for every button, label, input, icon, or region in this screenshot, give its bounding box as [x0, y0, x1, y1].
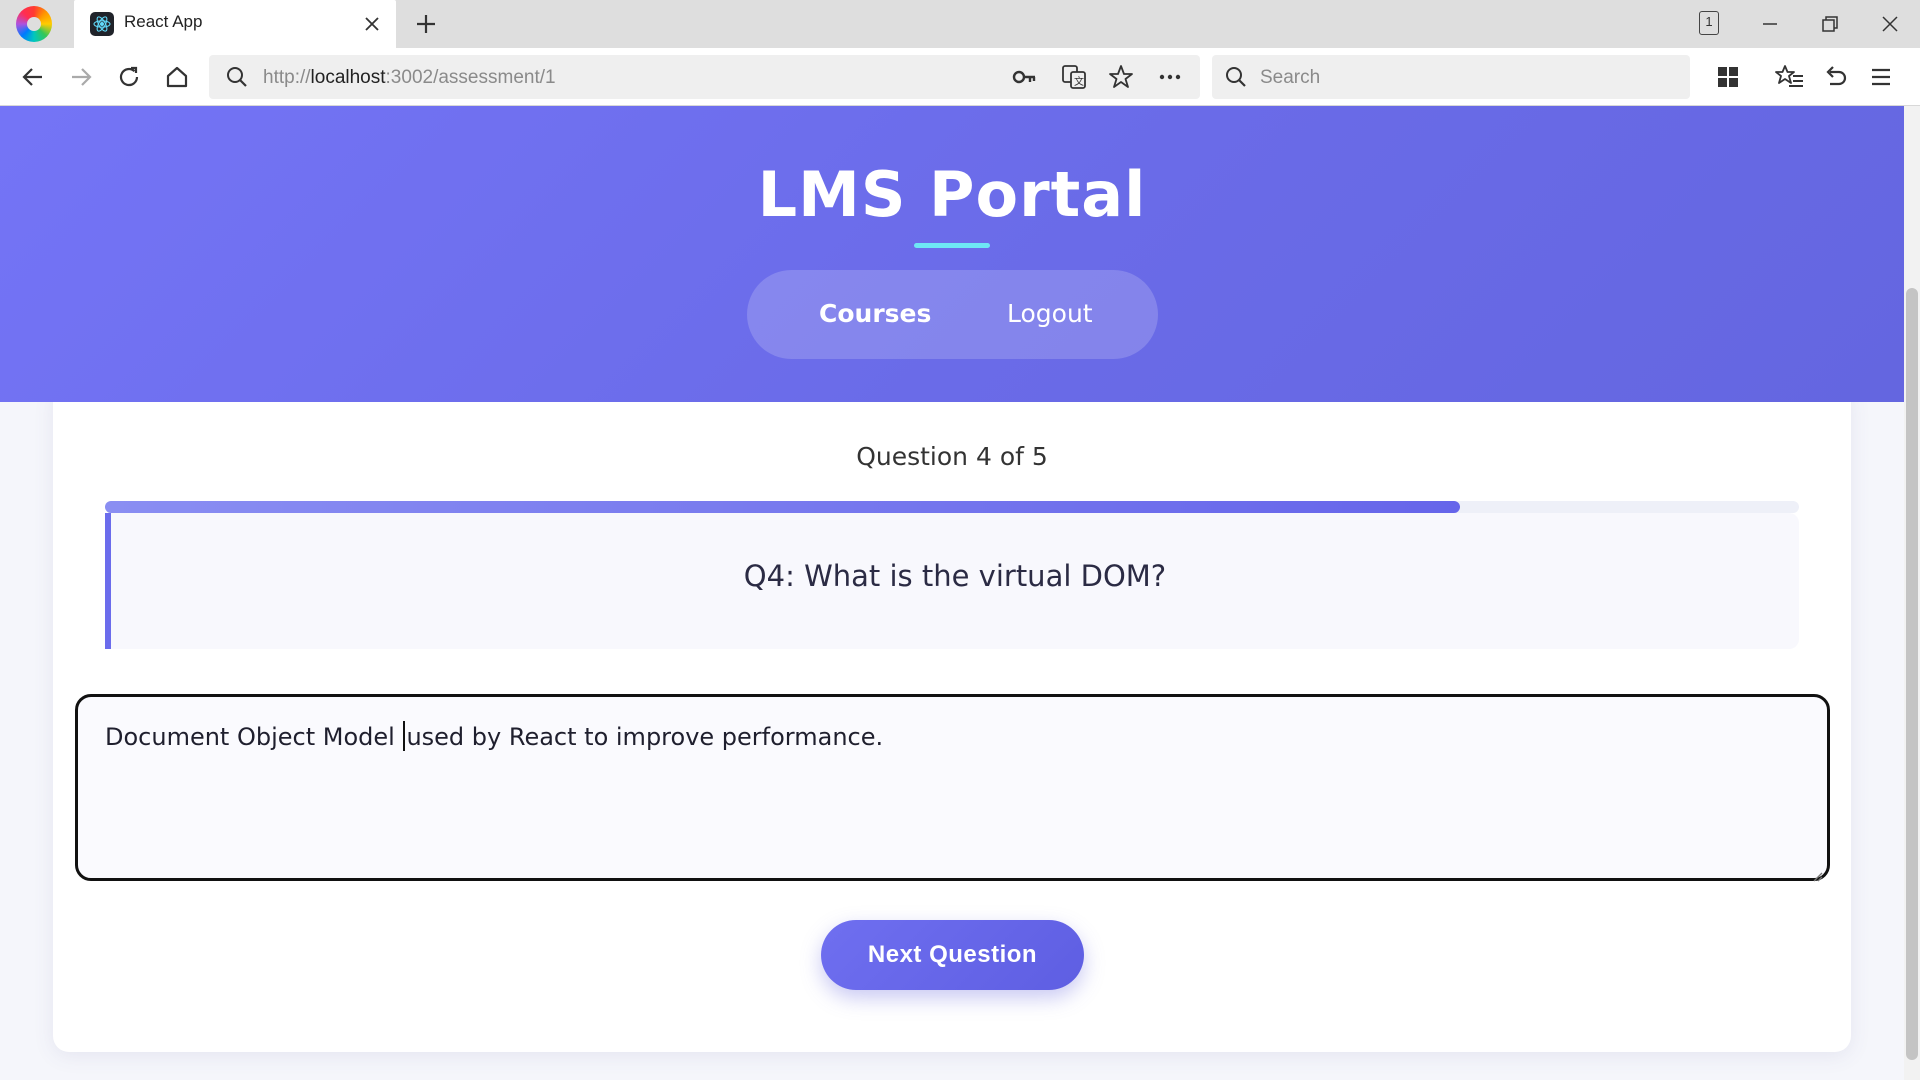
url-bar[interactable]: http://localhost:3002/assessment/1 文	[209, 55, 1200, 99]
site-header: LMS Portal Courses Logout	[0, 106, 1904, 402]
close-tab-icon[interactable]	[362, 14, 382, 34]
search-icon	[225, 65, 249, 93]
search-bar[interactable]: Search	[1212, 55, 1690, 99]
reload-icon[interactable]	[114, 62, 144, 92]
translate-icon[interactable]: 文	[1061, 64, 1087, 94]
answer-text-after-caret: used by React to improve performance.	[406, 723, 884, 751]
grid-icon[interactable]	[1713, 62, 1743, 92]
arrow-left-icon[interactable]	[18, 62, 48, 92]
question-counter: Question 4 of 5	[856, 442, 1048, 471]
site-title: LMS Portal	[757, 158, 1147, 231]
browser-logo-icon[interactable]	[16, 6, 52, 42]
more-icon[interactable]	[1157, 65, 1183, 93]
arrow-right-icon[interactable]	[66, 62, 96, 92]
home-icon[interactable]	[162, 62, 192, 92]
header-nav: Courses Logout	[747, 270, 1158, 359]
question-box: Q4: What is the virtual DOM?	[105, 513, 1799, 649]
svg-text:文: 文	[1074, 75, 1084, 88]
undo-icon[interactable]	[1821, 62, 1851, 92]
new-tab-plus-icon[interactable]	[414, 12, 438, 36]
nav-logout-link[interactable]: Logout	[1007, 299, 1093, 328]
title-underline	[914, 243, 990, 248]
browser-tab[interactable]: React App	[74, 0, 396, 48]
bookmarks-list-icon[interactable]	[1775, 62, 1805, 92]
answer-text-before-caret: Document Object Model	[105, 723, 403, 751]
url-text[interactable]: http://localhost:3002/assessment/1	[263, 67, 556, 89]
minimize-icon[interactable]	[1756, 10, 1784, 38]
nav-courses-link[interactable]: Courses	[819, 299, 931, 328]
close-window-icon[interactable]	[1876, 10, 1904, 38]
search-placeholder: Search	[1260, 67, 1321, 88]
resize-grip-icon[interactable]	[1809, 860, 1823, 882]
progress-bar	[105, 501, 1799, 513]
menu-icon[interactable]	[1866, 62, 1896, 92]
star-icon[interactable]	[1108, 64, 1134, 94]
search-icon	[1224, 65, 1248, 93]
restore-icon[interactable]	[1816, 10, 1844, 38]
progress-bar-fill	[105, 501, 1461, 513]
page-scrollbar-thumb[interactable]	[1906, 288, 1918, 1060]
browser-nav-bar: http://localhost:3002/assessment/1 文 Sea…	[0, 48, 1920, 106]
next-question-button[interactable]: Next Question	[821, 920, 1084, 990]
browser-tab-bar: React App 1	[0, 0, 1920, 48]
tab-counter[interactable]: 1	[1699, 11, 1719, 35]
key-icon[interactable]	[1011, 65, 1037, 93]
react-icon	[90, 12, 114, 36]
question-text: Q4: What is the virtual DOM?	[743, 559, 1167, 593]
tab-title: React App	[124, 12, 203, 31]
answer-textarea[interactable]: Document Object Model used by React to i…	[75, 694, 1830, 882]
